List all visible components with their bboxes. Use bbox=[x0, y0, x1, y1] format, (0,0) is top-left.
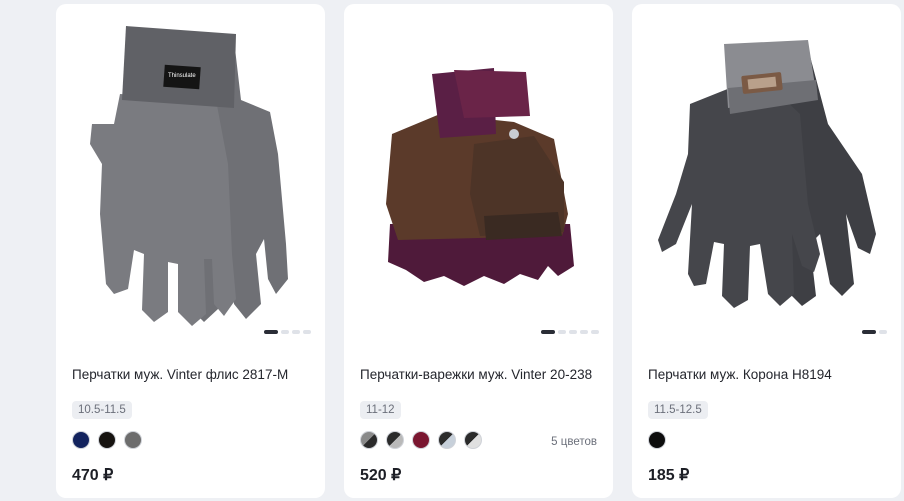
carousel-dot[interactable] bbox=[862, 330, 876, 334]
product-card[interactable]: Перчатки-варежки муж. Vinter 20-238 11-1… bbox=[344, 4, 613, 498]
product-card[interactable]: Перчатки муж. Корона H8194 11.5-12.5 185… bbox=[632, 4, 901, 498]
product-title[interactable]: Перчатки муж. Корона H8194 bbox=[648, 366, 885, 383]
carousel-dot[interactable] bbox=[303, 330, 311, 334]
carousel-dot[interactable] bbox=[569, 330, 577, 334]
mitten-gloves-image bbox=[386, 68, 574, 286]
color-swatch-navy[interactable] bbox=[72, 431, 90, 449]
carousel-dot[interactable] bbox=[281, 330, 289, 334]
size-badge: 10.5-11.5 bbox=[72, 401, 132, 419]
color-swatch-black-gray[interactable] bbox=[386, 431, 404, 449]
product-price: 470 ₽ bbox=[72, 467, 114, 484]
carousel-dot[interactable] bbox=[580, 330, 588, 334]
product-image[interactable] bbox=[632, 4, 901, 339]
thinsulate-label: Thinsulate bbox=[168, 73, 196, 79]
carousel-dot[interactable] bbox=[879, 330, 887, 334]
color-swatch-gray-black[interactable] bbox=[360, 431, 378, 449]
product-price: 185 ₽ bbox=[648, 467, 690, 484]
product-card[interactable]: Thinsulate Перчатки муж. Vinter флис 281… bbox=[56, 4, 325, 498]
size-badge: 11-12 bbox=[360, 401, 401, 419]
carousel-dot[interactable] bbox=[591, 330, 599, 334]
product-title[interactable]: Перчатки-варежки муж. Vinter 20-238 bbox=[360, 366, 597, 383]
color-swatches bbox=[72, 431, 142, 449]
product-title[interactable]: Перчатки муж. Vinter флис 2817-М bbox=[72, 366, 309, 383]
carousel-dot[interactable] bbox=[264, 330, 278, 334]
carousel-dot[interactable] bbox=[541, 330, 555, 334]
colors-count[interactable]: 5 цветов bbox=[551, 436, 597, 448]
product-price: 520 ₽ bbox=[360, 467, 402, 484]
color-swatches bbox=[360, 431, 482, 449]
dark-gloves-image bbox=[658, 40, 876, 308]
gray-gloves-image: Thinsulate bbox=[90, 26, 288, 326]
image-carousel-dots[interactable] bbox=[264, 330, 311, 334]
color-swatch-black[interactable] bbox=[648, 431, 666, 449]
color-swatch-black-white[interactable] bbox=[464, 431, 482, 449]
product-image[interactable]: Thinsulate bbox=[56, 4, 325, 339]
carousel-dot[interactable] bbox=[558, 330, 566, 334]
product-image[interactable] bbox=[344, 4, 613, 339]
color-swatch-black-blue[interactable] bbox=[438, 431, 456, 449]
carousel-dot[interactable] bbox=[292, 330, 300, 334]
image-carousel-dots[interactable] bbox=[862, 330, 887, 334]
color-swatch-gray[interactable] bbox=[124, 431, 142, 449]
color-swatch-black[interactable] bbox=[98, 431, 116, 449]
size-badge: 11.5-12.5 bbox=[648, 401, 708, 419]
color-swatches bbox=[648, 431, 666, 449]
image-carousel-dots[interactable] bbox=[541, 330, 599, 334]
color-swatch-burgundy[interactable] bbox=[412, 431, 430, 449]
